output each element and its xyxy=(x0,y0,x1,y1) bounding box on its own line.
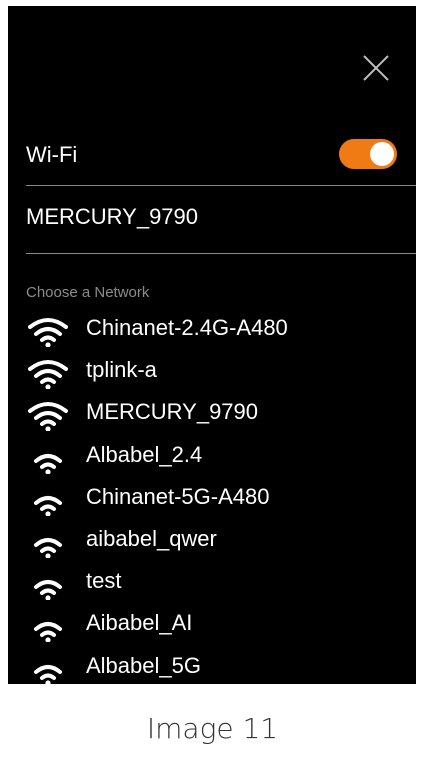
network-name: aibabel_qwer xyxy=(86,525,217,551)
wifi-weak-icon xyxy=(34,622,62,643)
network-item[interactable]: Chinanet-5G-A480 xyxy=(26,478,416,520)
wifi-weak-icon xyxy=(34,537,62,558)
section-label: Choose a Network xyxy=(26,284,150,301)
wifi-weak-icon xyxy=(34,495,62,516)
connected-network[interactable]: MERCURY_9790 xyxy=(26,204,416,238)
wifi-weak-icon xyxy=(34,664,62,684)
network-item[interactable]: Chinanet-2.4G-A480 xyxy=(26,309,416,351)
wifi-strong-icon xyxy=(28,402,68,432)
network-item[interactable]: test xyxy=(26,562,416,604)
wifi-weak-icon xyxy=(34,453,62,474)
wifi-strong-icon xyxy=(28,318,68,347)
wifi-toggle-row: Wi-Fi xyxy=(26,136,416,182)
close-icon xyxy=(363,55,389,81)
network-name: Chinanet-2.4G-A480 xyxy=(86,315,288,340)
divider xyxy=(26,185,416,186)
image-caption: Image 11 xyxy=(146,712,279,745)
network-list: Chinanet-2.4G-A480 tplink-a MERCURY_9790 Al… xyxy=(26,309,416,684)
network-name: MERCURY_9790 xyxy=(86,399,259,425)
network-name: Albabel_2.4 xyxy=(86,441,203,467)
wifi-label: Wi-Fi xyxy=(26,142,78,167)
network-name: test xyxy=(86,568,122,594)
divider xyxy=(26,253,416,254)
network-name: Aibabel_AI xyxy=(86,610,193,636)
toggle-knob xyxy=(370,142,394,166)
wifi-strong-icon xyxy=(28,360,68,390)
network-item[interactable]: Aibabel_AI xyxy=(26,604,416,646)
wifi-weak-icon xyxy=(34,580,62,601)
network-item[interactable]: tplink-a xyxy=(26,351,416,393)
wifi-toggle[interactable] xyxy=(339,139,397,169)
connected-network-name: MERCURY_9790 xyxy=(26,204,199,229)
network-item[interactable]: Albabel_5G xyxy=(26,647,416,684)
close-button[interactable] xyxy=(360,52,392,84)
network-item[interactable]: MERCURY_9790 xyxy=(26,393,416,435)
network-item[interactable]: Albabel_2.4 xyxy=(26,436,416,478)
wifi-settings-screen: Wi-Fi MERCURY_9790 Choose a Network Chin… xyxy=(8,6,416,684)
network-item[interactable]: aibabel_qwer xyxy=(26,520,416,562)
network-name: Albabel_5G xyxy=(86,652,201,678)
network-name: tplink-a xyxy=(86,357,157,383)
network-name: Chinanet-5G-A480 xyxy=(86,483,270,509)
